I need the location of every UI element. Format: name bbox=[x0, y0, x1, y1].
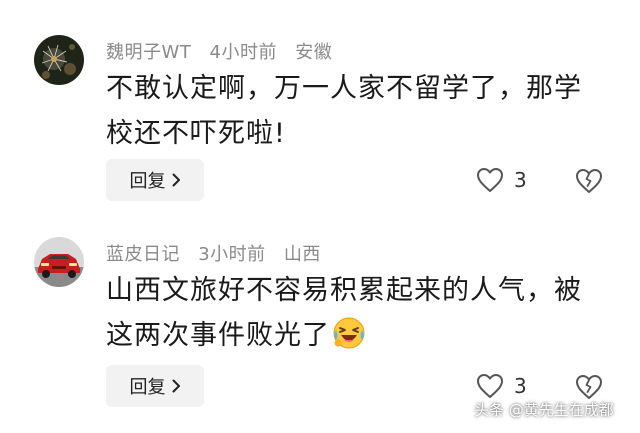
like-count: 3 bbox=[514, 374, 527, 398]
dislike-button[interactable] bbox=[574, 373, 604, 401]
avatar[interactable] bbox=[34, 35, 84, 85]
broken-heart-icon bbox=[576, 169, 602, 193]
reply-button[interactable]: 回复 bbox=[106, 159, 204, 201]
comment-meta: 魏明子WT 4小时前 安徽 bbox=[106, 38, 344, 64]
timestamp: 3小时前 bbox=[198, 244, 266, 265]
laughing-crying-emoji-icon bbox=[332, 316, 366, 350]
comment-meta: 蓝皮日记 3小时前 山西 bbox=[106, 240, 333, 266]
avatar[interactable] bbox=[34, 237, 84, 287]
comment-text: 山西文旅好不容易积累起来的人气，被这两次事件败光了 bbox=[106, 268, 606, 358]
reply-button[interactable]: 回复 bbox=[106, 365, 204, 407]
username[interactable]: 魏明子WT bbox=[106, 42, 191, 63]
chevron-right-icon bbox=[172, 379, 181, 393]
chevron-right-icon bbox=[172, 173, 181, 187]
broken-heart-icon bbox=[576, 375, 602, 399]
location: 安徽 bbox=[295, 42, 333, 63]
comment-list: 魏明子WT 4小时前 安徽 不敢认定啊，万一人家不留学了，那学校还不吓死啦! 回… bbox=[0, 0, 640, 433]
dandelion-photo-avatar-icon bbox=[34, 35, 84, 85]
heart-icon bbox=[477, 374, 503, 398]
like-button[interactable]: 3 bbox=[476, 167, 527, 193]
reply-label: 回复 bbox=[129, 171, 166, 192]
heart-icon bbox=[477, 168, 503, 192]
red-sports-car-avatar-icon bbox=[34, 237, 84, 287]
like-count: 3 bbox=[514, 168, 527, 192]
like-button[interactable]: 3 bbox=[476, 373, 527, 399]
username[interactable]: 蓝皮日记 bbox=[106, 244, 180, 265]
watermark: 头条 @黄先生在成都 bbox=[474, 401, 614, 419]
comment-text: 不敢认定啊，万一人家不留学了，那学校还不吓死啦! bbox=[106, 73, 582, 149]
location: 山西 bbox=[283, 244, 321, 265]
dislike-button[interactable] bbox=[574, 167, 604, 195]
comment-item: 魏明子WT 4小时前 安徽 不敢认定啊，万一人家不留学了，那学校还不吓死啦! 回… bbox=[0, 0, 640, 215]
timestamp: 4小时前 bbox=[209, 42, 277, 63]
reply-label: 回复 bbox=[129, 377, 166, 398]
